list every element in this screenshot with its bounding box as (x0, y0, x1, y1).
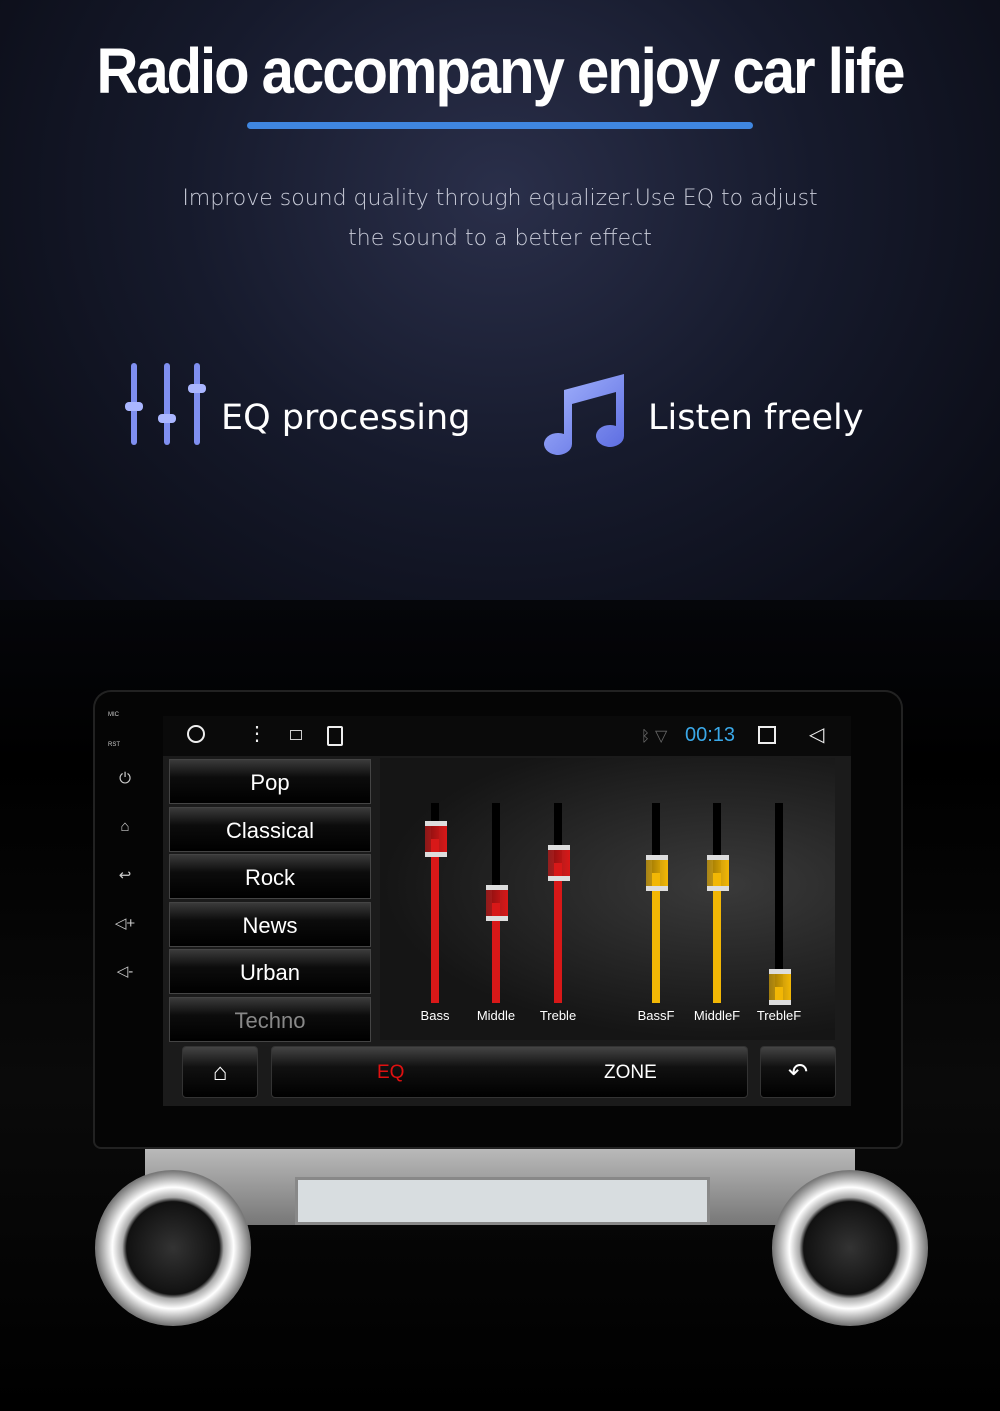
slider-fill (652, 873, 660, 1003)
music-note-icon (544, 374, 624, 455)
image-icon (290, 730, 302, 740)
slider-middlef[interactable] (707, 803, 729, 1003)
slider-fill (554, 863, 562, 1003)
sd-card-icon (327, 726, 343, 746)
feature-eq-processing: EQ processing (221, 398, 471, 438)
slider-thumb[interactable] (769, 969, 791, 1005)
slider-bassf[interactable] (646, 803, 668, 1003)
slider-label: BassF (637, 1008, 675, 1023)
slider-thumb[interactable] (707, 855, 729, 891)
home-button[interactable]: ⌂ (182, 1046, 258, 1098)
slider-middle[interactable] (486, 803, 508, 1003)
back-button[interactable]: ↶ (760, 1046, 836, 1098)
slider-label: Treble (539, 1008, 577, 1023)
bluetooth-icon: ᛒ (641, 728, 651, 745)
back-triangle-icon[interactable]: ◁ (809, 722, 824, 747)
equalizer-icon (125, 363, 206, 445)
preset-list: Pop Classical Rock News Urban Techno (169, 759, 371, 1044)
wifi-icon: ▽ (655, 728, 668, 745)
zone-tab[interactable]: ZONE (604, 1047, 657, 1099)
rst-button[interactable]: RST (105, 742, 145, 770)
right-speaker (772, 1170, 928, 1326)
menu-dots-icon[interactable]: ⋮ (247, 721, 267, 746)
slider-thumb[interactable] (548, 845, 570, 881)
slider-treble[interactable] (548, 803, 570, 1003)
preset-techno[interactable]: Techno (169, 996, 371, 1042)
status-bar: ⋮ ᛒ ▽ 00:13 ◁ (163, 716, 851, 756)
clock: 00:13 (685, 724, 736, 746)
screen: ⋮ ᛒ ▽ 00:13 ◁ Pop Classical Rock News Urban T… (163, 716, 851, 1106)
home-icon[interactable]: ⌂ (105, 818, 145, 866)
slider-fill (431, 839, 439, 1003)
page-title: Radio accompany enjoy car life (96, 35, 905, 108)
equalizer-panel: Bass Middle Treble BassF MiddleF TrebleF (380, 758, 835, 1040)
subtitle-line-2: the sound to a better effect (348, 226, 652, 251)
circle-icon[interactable] (187, 725, 205, 743)
subtitle-line-1: Improve sound quality through equalizer.… (182, 186, 818, 211)
slider-treblef[interactable] (769, 803, 791, 1005)
slider-thumb[interactable] (425, 821, 447, 857)
back-icon[interactable]: ↩ (105, 866, 145, 914)
slider-label: MiddleF (693, 1008, 741, 1023)
side-buttons: MIC RST ⏻ ⌂ ↩ ◁+ ◁- (105, 712, 145, 1010)
mode-bar: EQ ZONE (271, 1046, 748, 1098)
undo-icon: ↶ (787, 1059, 809, 1086)
slider-label: Middle (476, 1008, 516, 1023)
slider-fill (713, 873, 721, 1003)
preset-news[interactable]: News (169, 901, 371, 947)
slider-bass[interactable] (425, 803, 447, 1003)
preset-urban[interactable]: Urban (169, 949, 371, 994)
eq-tab[interactable]: EQ (377, 1047, 404, 1099)
slider-label: TrebleF (756, 1008, 802, 1023)
feature-listen-freely: Listen freely (648, 398, 864, 438)
mic-label: MIC (108, 712, 119, 718)
volume-up-icon[interactable]: ◁+ (105, 914, 145, 962)
recents-icon[interactable] (758, 726, 776, 744)
power-icon[interactable]: ⏻ (105, 770, 145, 818)
slider-thumb[interactable] (646, 855, 668, 891)
preset-classical[interactable]: Classical (169, 806, 371, 852)
title-underline (247, 122, 753, 129)
left-speaker (95, 1170, 251, 1326)
slider-thumb[interactable] (486, 885, 508, 921)
preset-rock[interactable]: Rock (169, 854, 371, 899)
home-icon: ⌂ (212, 1059, 228, 1086)
volume-down-icon[interactable]: ◁- (105, 962, 145, 1010)
preset-pop[interactable]: Pop (169, 759, 371, 804)
dashboard-console (145, 1147, 855, 1225)
slider-label: Bass (420, 1008, 450, 1023)
